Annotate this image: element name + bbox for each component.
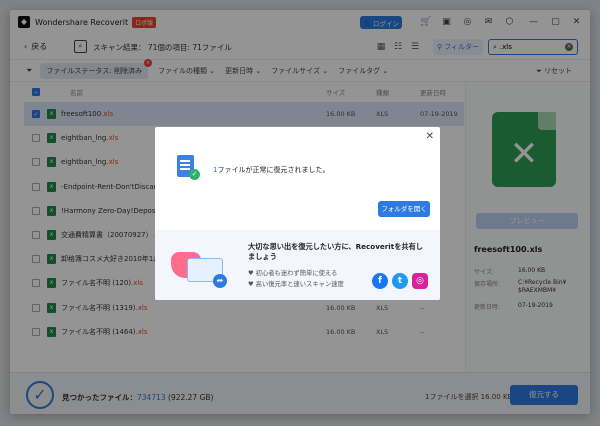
recovery-message: 1ファイルが正常に復元されました。 [213,165,329,175]
share-title: 大切な思い出を復元したい方に、Recoveritを共有しましょう [248,242,423,261]
share-arrow-icon: ➦ [213,274,227,288]
success-check-icon: ✓ [189,169,200,180]
dialog-close-icon[interactable]: ✕ [426,131,434,142]
share-section: ➦ 大切な思い出を復元したい方に、Recoveritを共有しましょう ♥ 初心者… [155,230,440,300]
modal-overlay: ✕ ✓ 1ファイルが正常に復元されました。 フォルダを開く ➦ 大切な思い出を復… [0,0,600,426]
twitter-icon[interactable]: t [392,273,408,289]
recovery-message-text: ファイルが正常に復元されました。 [217,166,330,174]
instagram-icon[interactable]: ◎ [412,273,428,289]
share-bullet-2: ♥ 高い復元率と速いスキャン速度 [248,281,344,288]
facebook-icon[interactable]: f [372,273,388,289]
share-bullet-1: ♥ 初心者も迷わず簡単に使える [248,270,338,277]
share-illustration: ➦ [169,240,231,290]
open-folder-button[interactable]: フォルダを開く [378,201,430,217]
recovery-complete-dialog: ✕ ✓ 1ファイルが正常に復元されました。 フォルダを開く ➦ 大切な思い出を復… [155,127,440,300]
